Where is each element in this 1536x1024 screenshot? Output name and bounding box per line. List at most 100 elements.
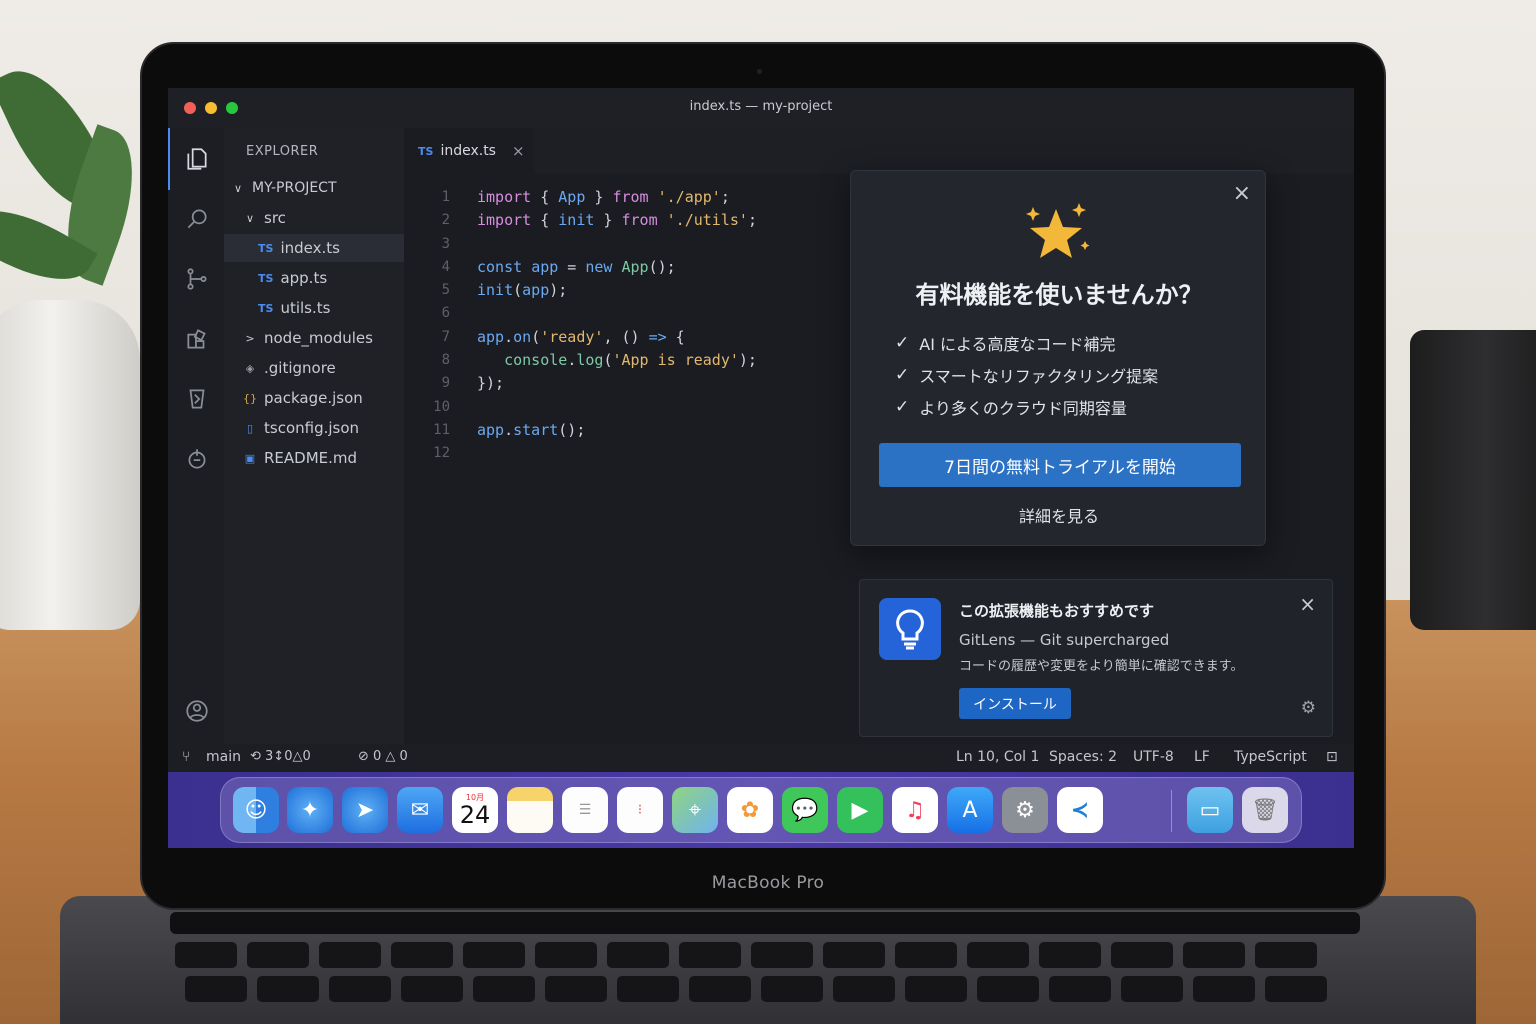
- dock-separator: [1171, 790, 1172, 832]
- tree-item-label: node_modules: [264, 329, 373, 347]
- key: [401, 976, 463, 1002]
- notes-icon[interactable]: [507, 787, 553, 833]
- reminders-icon[interactable]: ☰: [562, 787, 608, 833]
- git-branch-icon: ⑂: [182, 749, 191, 765]
- tree-item-index-ts[interactable]: TS index.ts: [224, 234, 404, 262]
- project-root[interactable]: ∨ MY-PROJECT: [224, 174, 404, 202]
- project-label: MY-PROJECT: [252, 180, 337, 196]
- trash-icon[interactable]: 🗑: [1242, 787, 1288, 833]
- maps-icon[interactable]: ⌖: [672, 787, 718, 833]
- line-ending[interactable]: LF: [1194, 749, 1210, 765]
- check-icon: ✓: [895, 333, 910, 353]
- account-icon[interactable]: [182, 696, 212, 726]
- tree-item-node-modules[interactable]: > node_modules: [224, 324, 404, 352]
- key: [247, 942, 309, 968]
- key: [1255, 942, 1317, 968]
- tree-item-label: utils.ts: [280, 299, 331, 317]
- tree-item-readme[interactable]: ▣ README.md: [224, 444, 404, 472]
- language-mode[interactable]: TypeScript: [1234, 749, 1307, 765]
- chevron-right-icon: >: [245, 331, 255, 345]
- line-number: 10: [433, 398, 450, 415]
- tree-item-app-ts[interactable]: TS app.ts: [224, 264, 404, 292]
- key: [617, 976, 679, 1002]
- line-number: 11: [433, 421, 450, 438]
- details-link[interactable]: 詳細を見る: [851, 503, 1267, 527]
- folder-icon[interactable]: ▭: [1187, 787, 1233, 833]
- line-number: 1: [441, 189, 450, 205]
- notification-title: この拡張機能もおすすめです: [959, 602, 1155, 620]
- key: [1183, 942, 1245, 968]
- branch-name[interactable]: main: [206, 749, 241, 765]
- typescript-icon: TS: [258, 301, 274, 315]
- cursor-position[interactable]: Ln 10, Col 1: [956, 749, 1039, 765]
- plant-pot: [0, 300, 140, 630]
- chevron-down-icon: ∨: [245, 211, 255, 225]
- markdown-icon: ▣: [244, 451, 256, 465]
- window-titlebar: index.ts — my-project: [168, 88, 1354, 128]
- music-icon[interactable]: ♫: [892, 787, 938, 833]
- tree-item-label: tsconfig.json: [264, 419, 360, 437]
- tab-strip: [404, 128, 1354, 174]
- json-icon: {}: [243, 391, 257, 405]
- run-debug-icon[interactable]: [182, 384, 212, 414]
- check-icon: ✓: [895, 365, 910, 385]
- source-control-icon[interactable]: [182, 264, 212, 294]
- extensions-icon[interactable]: [182, 324, 212, 354]
- search-icon[interactable]: [182, 204, 212, 234]
- upgrade-modal: × 有料機能を使いませんか？ ✓ AI による高度なコード補完 ✓ スマートなリ…: [850, 170, 1266, 546]
- line-numbers: 1 2 3 4 5 6 7 8 9 10 11 12: [414, 186, 450, 466]
- gear-icon[interactable]: ⚙: [1301, 698, 1316, 718]
- facetime-icon[interactable]: ▶: [837, 787, 883, 833]
- app-store-icon[interactable]: A: [947, 787, 993, 833]
- touch-bar: [170, 912, 1360, 934]
- notifications-icon[interactable]: ⊡: [1326, 749, 1338, 765]
- tree-item-gitignore[interactable]: ◈ .gitignore: [224, 354, 404, 382]
- key: [607, 942, 669, 968]
- calendar-icon[interactable]: 10月 24: [452, 787, 498, 833]
- key: [977, 976, 1039, 1002]
- close-icon[interactable]: ×: [512, 142, 525, 160]
- mug: [1410, 330, 1536, 630]
- sync-status[interactable]: ⟲ 3↕0△0: [250, 749, 311, 764]
- gitignore-icon: ◈: [245, 361, 255, 375]
- mail-icon[interactable]: ✉: [397, 787, 443, 833]
- line-number: 7: [441, 328, 450, 345]
- code-content[interactable]: import { App } from './app'; import { in…: [477, 186, 757, 442]
- feature-item: ✓ AI による高度なコード補完: [895, 331, 1116, 355]
- remote-icon[interactable]: [182, 444, 212, 474]
- typescript-icon: TS: [258, 271, 274, 285]
- tree-item-package-json[interactable]: {} package.json: [224, 384, 404, 412]
- line-number: 5: [441, 282, 450, 299]
- install-button[interactable]: インストール: [959, 688, 1071, 719]
- key: [1265, 976, 1327, 1002]
- key: [751, 942, 813, 968]
- sparkle-star-icon: [1026, 203, 1090, 258]
- reminders-alt-icon[interactable]: ⁝: [617, 787, 663, 833]
- encoding[interactable]: UTF-8: [1133, 749, 1174, 765]
- safari-alt-icon[interactable]: ➤: [342, 787, 388, 833]
- problems-status[interactable]: ⊘ 0 △ 0: [358, 749, 408, 764]
- extension-name: GitLens — Git supercharged: [959, 631, 1170, 649]
- explorer-icon[interactable]: [182, 144, 212, 174]
- indentation[interactable]: Spaces: 2: [1049, 749, 1117, 765]
- key: [761, 976, 823, 1002]
- tab-index-ts[interactable]: TS index.ts ×: [404, 128, 534, 174]
- key: [1049, 976, 1111, 1002]
- safari-icon[interactable]: ✦: [287, 787, 333, 833]
- close-icon[interactable]: ×: [1233, 181, 1251, 206]
- system-settings-icon[interactable]: ⚙: [1002, 787, 1048, 833]
- tab-label: index.ts: [440, 143, 496, 159]
- dock: ☺ ✦ ➤ ✉ 10月 24 ☰ ⁝ ⌖ ✿ 💬 ▶ ♫ A ⚙ ≺ ▭ 🗑: [220, 777, 1302, 843]
- tree-item-tsconfig-json[interactable]: ▯ tsconfig.json: [224, 414, 404, 442]
- start-trial-button[interactable]: 7日間の無料トライアルを開始: [879, 443, 1241, 487]
- vscode-icon[interactable]: ≺: [1057, 787, 1103, 833]
- photos-icon[interactable]: ✿: [727, 787, 773, 833]
- key: [679, 942, 741, 968]
- finder-icon[interactable]: ☺: [233, 787, 279, 833]
- key: [823, 942, 885, 968]
- key: [535, 942, 597, 968]
- tree-item-src[interactable]: ∨ src: [224, 204, 404, 232]
- messages-icon[interactable]: 💬: [782, 787, 828, 833]
- close-icon[interactable]: ×: [1299, 592, 1316, 616]
- tree-item-utils-ts[interactable]: TS utils.ts: [224, 294, 404, 322]
